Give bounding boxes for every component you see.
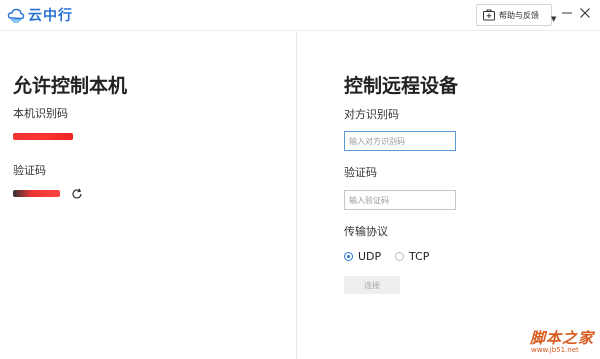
title-bar: 云中行 帮助与反馈 ▼ — [0, 0, 600, 31]
close-icon — [580, 8, 590, 18]
watermark-url: www.jb51.net — [531, 346, 579, 354]
watermark: 脚本之家 www.jb51.net — [530, 327, 596, 357]
app-name: 云中行 — [28, 8, 73, 24]
help-feedback-button[interactable]: 帮助与反馈 — [476, 4, 552, 26]
medical-kit-icon — [483, 9, 495, 21]
radio-checked-icon[interactable] — [344, 252, 353, 261]
local-control-panel: 允许控制本机 本机识别码 验证码 — [0, 32, 296, 359]
remote-code-input[interactable] — [344, 190, 456, 210]
help-feedback-label: 帮助与反馈 — [499, 10, 539, 20]
radio-unchecked-icon[interactable] — [395, 252, 404, 261]
protocol-option-udp[interactable]: UDP — [344, 250, 381, 263]
local-code-value-redacted — [13, 190, 60, 197]
remote-heading: 控制远程设备 — [344, 75, 459, 97]
local-heading: 允许控制本机 — [13, 75, 128, 97]
menu-dropdown-icon[interactable]: ▼ — [551, 15, 556, 23]
minimize-icon — [562, 12, 572, 14]
local-id-value-redacted — [13, 133, 73, 140]
protocol-udp-label: UDP — [358, 250, 382, 263]
local-code-label: 验证码 — [13, 164, 46, 177]
protocol-label: 传输协议 — [344, 225, 388, 238]
minimize-button[interactable] — [560, 6, 574, 20]
remote-code-label: 验证码 — [344, 166, 377, 179]
local-id-label: 本机识别码 — [13, 107, 68, 120]
close-button[interactable] — [578, 6, 592, 20]
peer-id-input[interactable] — [344, 131, 456, 151]
protocol-tcp-label: TCP — [409, 250, 430, 263]
peer-id-label: 对方识别码 — [344, 108, 399, 121]
protocol-option-tcp[interactable]: TCP — [395, 250, 429, 263]
watermark-title: 脚本之家 — [530, 329, 595, 347]
app-logo-icon — [7, 8, 25, 23]
refresh-icon[interactable] — [71, 188, 83, 200]
connect-button[interactable]: 连接 — [344, 276, 400, 294]
remote-control-panel: 控制远程设备 对方识别码 验证码 传输协议 UDP TCP 连接 — [297, 32, 600, 359]
